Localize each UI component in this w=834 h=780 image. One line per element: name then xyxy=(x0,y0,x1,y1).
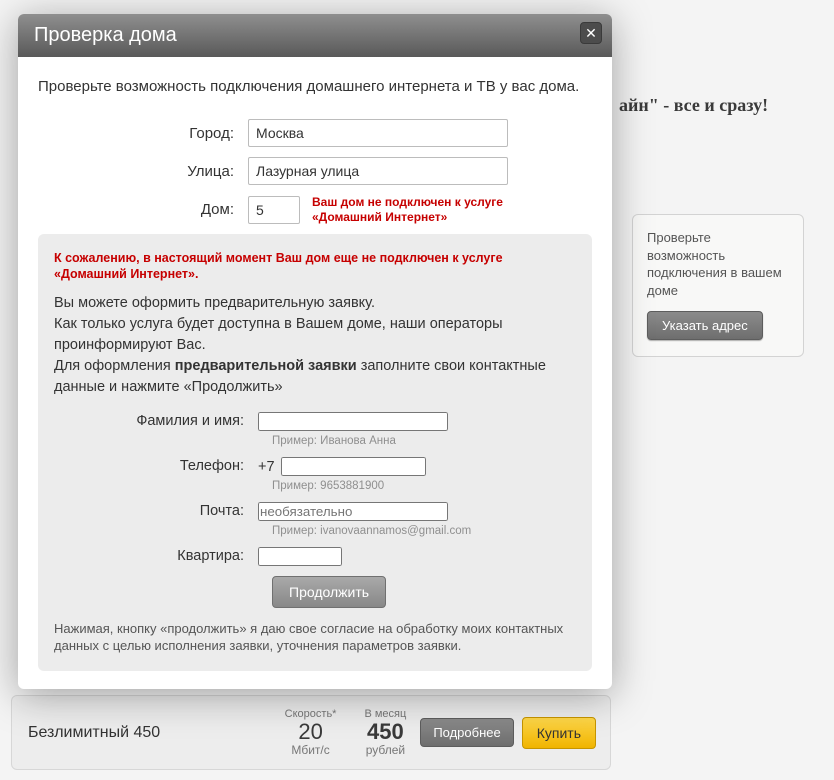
street-input[interactable] xyxy=(248,157,508,185)
check-address-text: Проверьте возможность подключения в ваше… xyxy=(647,229,789,299)
tariff-price: В месяц 450 рублей xyxy=(350,708,420,757)
email-hint: Пример: ivanovaannamos@gmail.com xyxy=(272,525,576,537)
tariff-speed: Скорость* 20 Мбит/с xyxy=(271,708,351,757)
specify-address-button[interactable]: Указать адрес xyxy=(647,311,763,340)
phone-hint: Пример: 9653881900 xyxy=(272,480,576,492)
email-label: Почта: xyxy=(54,503,258,519)
flat-input[interactable] xyxy=(258,547,342,566)
more-button[interactable]: Подробнее xyxy=(420,718,513,747)
house-error-message: Ваш дом не подключен к услуге «Домашний … xyxy=(312,195,512,224)
phone-prefix: +7 xyxy=(258,459,281,475)
price-unit: рублей xyxy=(364,743,406,757)
name-input[interactable] xyxy=(258,412,448,431)
consent-text: Нажимая, кнопку «продолжить» я даю свое … xyxy=(54,620,576,655)
modal-header: Проверка дома ✕ xyxy=(18,14,612,57)
email-input[interactable] xyxy=(258,502,448,521)
check-address-card: Проверьте возможность подключения в ваше… xyxy=(632,214,804,357)
panel-desc-line2: Как только услуга будет доступна в Вашем… xyxy=(54,316,503,353)
phone-label: Телефон: xyxy=(54,458,258,474)
tariff-name: Безлимитный 450 xyxy=(12,724,271,742)
speed-unit: Мбит/с xyxy=(285,743,337,757)
panel-desc-line3a: Для оформления xyxy=(54,358,175,374)
check-house-modal: Проверка дома ✕ Проверьте возможность по… xyxy=(18,14,612,689)
panel-desc-line3b: предварительной заявки xyxy=(175,358,357,374)
house-label: Дом: xyxy=(38,201,248,218)
speed-value: 20 xyxy=(285,720,337,743)
phone-input[interactable] xyxy=(281,457,426,476)
name-label: Фамилия и имя: xyxy=(54,413,258,429)
panel-desc-line1: Вы можете оформить предварительную заявк… xyxy=(54,295,375,311)
modal-intro: Проверьте возможность подключения домашн… xyxy=(38,77,592,97)
flat-label: Квартира: xyxy=(54,548,258,564)
tariff-row: Безлимитный 450 Скорость* 20 Мбит/с В ме… xyxy=(11,695,611,770)
panel-error: К сожалению, в настоящий момент Ваш дом … xyxy=(54,250,576,283)
street-label: Улица: xyxy=(38,163,248,180)
price-value: 450 xyxy=(364,720,406,743)
background-headline: айн" - все и сразу! xyxy=(619,95,768,116)
modal-title: Проверка дома xyxy=(34,24,596,47)
continue-button[interactable]: Продолжить xyxy=(272,576,386,608)
panel-description: Вы можете оформить предварительную заявк… xyxy=(54,293,576,398)
modal-body: Проверьте возможность подключения домашн… xyxy=(18,57,612,689)
house-input[interactable] xyxy=(248,196,300,224)
preorder-panel: К сожалению, в настоящий момент Ваш дом … xyxy=(38,234,592,671)
city-input[interactable] xyxy=(248,119,508,147)
city-label: Город: xyxy=(38,125,248,142)
name-hint: Пример: Иванова Анна xyxy=(272,435,576,447)
buy-button[interactable]: Купить xyxy=(522,717,596,749)
close-icon[interactable]: ✕ xyxy=(580,22,602,44)
